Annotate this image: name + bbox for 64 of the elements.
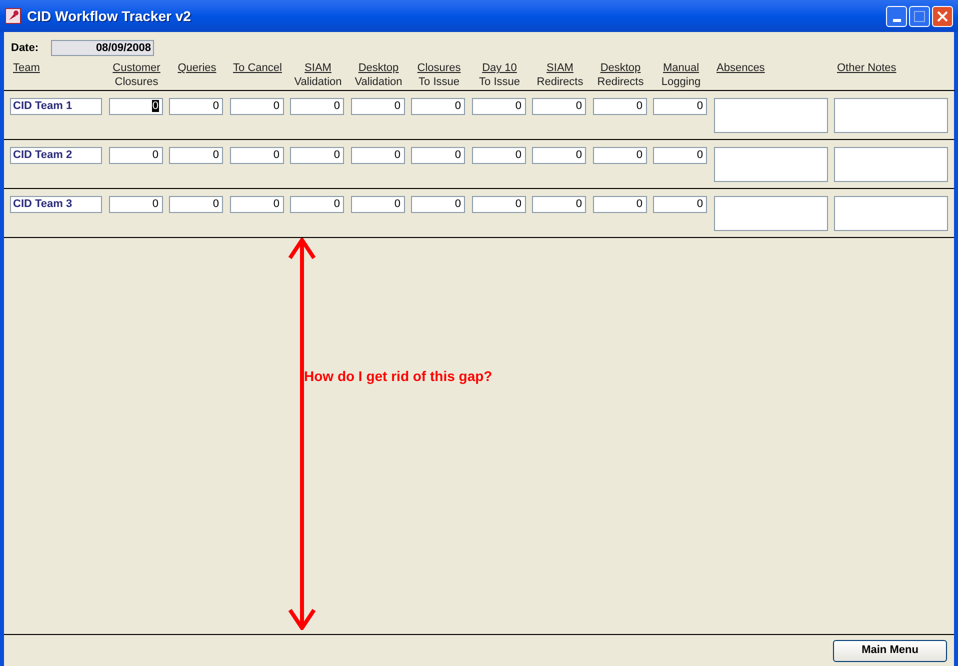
count-field[interactable]: 0 [290, 147, 344, 164]
count-field[interactable]: 0 [350, 98, 404, 115]
count-field[interactable]: 0 [350, 147, 404, 164]
count-field[interactable]: 0 [411, 98, 465, 115]
notes-field[interactable] [834, 147, 948, 182]
column-header: Absences [716, 61, 766, 75]
column-header: Desktop Redirects [596, 61, 645, 89]
notes-field[interactable] [834, 196, 948, 231]
count-field[interactable]: 0 [532, 147, 586, 164]
column-header: Queries [176, 61, 218, 75]
column-header: Other Notes [836, 61, 898, 75]
annotation-text: How do I get rid of this gap? [304, 367, 492, 386]
minimize-icon [892, 18, 900, 22]
absences-field[interactable] [714, 196, 828, 231]
count-field[interactable]: 0 [653, 196, 707, 213]
column-header: SIAM Redirects [536, 61, 584, 89]
column-header: Closures To Issue [416, 61, 462, 89]
date-label: Date: [11, 40, 40, 56]
count-field[interactable]: 0 [411, 147, 465, 164]
count-field[interactable]: 0 [472, 98, 526, 115]
window-title: CID Workflow Tracker v2 [27, 6, 191, 26]
count-field[interactable]: 0 [653, 98, 707, 115]
column-header: Day 10 To Issue [478, 61, 521, 89]
main-menu-button[interactable]: Main Menu [833, 640, 947, 662]
count-field[interactable]: 0 [290, 196, 344, 213]
count-field[interactable]: 0 [532, 196, 586, 213]
count-field[interactable]: 0 [169, 196, 223, 213]
column-header: Manual Logging [660, 61, 702, 89]
minimize-button[interactable] [886, 6, 907, 26]
absences-field[interactable] [714, 98, 828, 133]
count-field[interactable]: 0 [169, 147, 223, 164]
count-field[interactable]: 0 [592, 196, 646, 213]
count-field[interactable]: 0 [108, 147, 162, 164]
maximize-icon [914, 10, 925, 22]
column-header: Desktop Validation [354, 61, 404, 89]
count-field[interactable]: 0 [350, 196, 404, 213]
column-header: SIAM Validation [293, 61, 343, 89]
column-header: Team [12, 61, 41, 75]
team-field[interactable]: CID Team 3 [10, 196, 102, 213]
column-header: Customer Closures [112, 61, 162, 89]
absences-field[interactable] [714, 147, 828, 182]
count-field[interactable]: 0 [230, 147, 284, 164]
team-field[interactable]: CID Team 1 [10, 98, 102, 115]
count-field[interactable]: 0 [472, 196, 526, 213]
count-field[interactable]: 0 [532, 98, 586, 115]
app-icon [5, 8, 21, 24]
team-field[interactable]: CID Team 2 [10, 147, 102, 164]
count-field[interactable]: 0 [653, 147, 707, 164]
date-field[interactable]: 08/09/2008 [51, 40, 154, 56]
count-field[interactable]: 0 [169, 98, 223, 115]
count-field[interactable]: 0 [290, 98, 344, 115]
count-field[interactable]: 0 [592, 98, 646, 115]
notes-field[interactable] [834, 98, 948, 133]
count-field[interactable]: 0 [472, 147, 526, 164]
close-button[interactable] [932, 6, 953, 26]
count-field[interactable]: 0 [592, 147, 646, 164]
column-header: To Cancel [232, 61, 283, 75]
count-field[interactable]: 0 [411, 196, 465, 213]
close-icon [937, 10, 948, 22]
maximize-button[interactable] [909, 6, 930, 26]
count-field[interactable]: 0 [230, 98, 284, 115]
count-field[interactable]: 0 [108, 98, 162, 115]
count-field[interactable]: 0 [230, 196, 284, 213]
count-field[interactable]: 0 [108, 196, 162, 213]
